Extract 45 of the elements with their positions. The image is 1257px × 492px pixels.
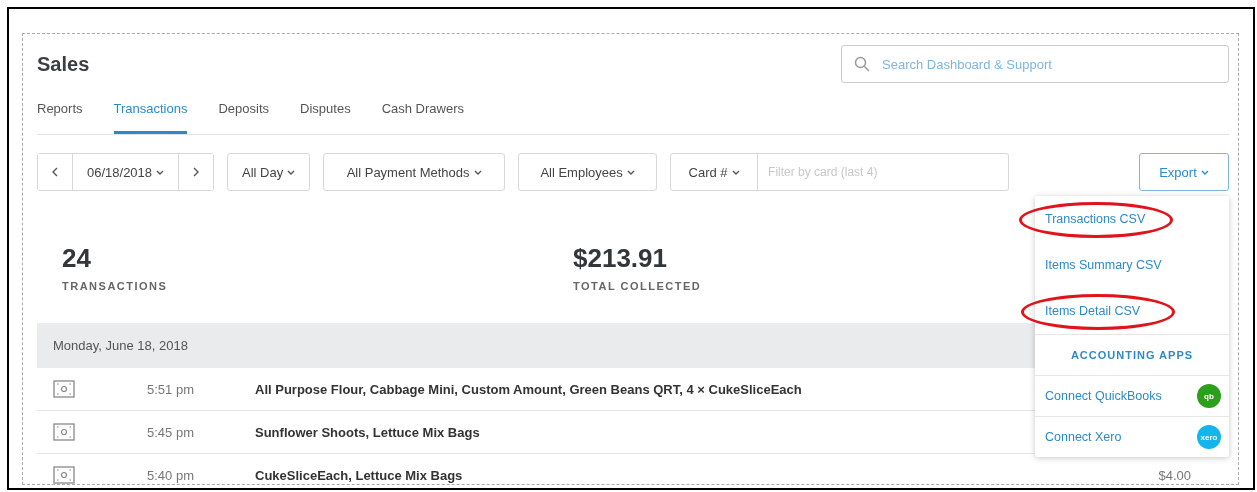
transaction-time: 5:51 pm [147, 381, 195, 397]
caret-icon [731, 169, 740, 175]
caret-icon [1200, 169, 1209, 175]
date-dropdown[interactable]: 06/18/2018 [72, 154, 180, 190]
tab[interactable]: Transactions [113, 101, 188, 134]
caret-icon [473, 169, 482, 175]
section-heading: ACCOUNTING APPS [1035, 334, 1229, 376]
cash-icon [53, 423, 75, 441]
tab[interactable]: Reports [37, 101, 83, 134]
tab[interactable]: Deposits [218, 101, 270, 134]
stat-label: TRANSACTIONS [62, 280, 168, 292]
stat-label: TOTAL COLLECTED [573, 280, 702, 292]
caret-icon [287, 169, 296, 175]
search-icon [854, 56, 870, 72]
app-logo-icon: qb [1197, 384, 1221, 408]
search-field[interactable]: Search Dashboard & Support [841, 45, 1229, 83]
stat-value: $213.91 [573, 243, 667, 274]
employees-dropdown[interactable]: All Employees [518, 153, 658, 191]
caret-icon [156, 169, 165, 175]
chevron-right-icon [193, 167, 200, 177]
chevron-left-icon [52, 167, 58, 177]
caret-icon [626, 169, 635, 175]
menu-item[interactable]: Connect Xero [1045, 430, 1122, 444]
stat-value: 24 [62, 243, 91, 274]
payment-methods-dropdown[interactable]: All Payment Methods [323, 153, 506, 191]
transaction-amount: $4.00 [1158, 467, 1191, 483]
transaction-time: 5:40 pm [147, 467, 195, 483]
export-button[interactable]: Export [1139, 153, 1229, 191]
time-range-dropdown[interactable]: All Day [227, 153, 311, 191]
menu-item[interactable]: Transactions CSV [1035, 212, 1146, 226]
transaction-description: All Purpose Flour, Cabbage Mini, Custom Amount, Green Beans QRT, 4 × CukeSliceEach [255, 381, 802, 397]
cash-icon [53, 380, 75, 398]
menu-item[interactable]: Connect QuickBooks [1045, 389, 1162, 403]
date-label: Monday, June 18, 2018 [53, 338, 188, 353]
transaction-description: CukeSliceEach, Lettuce Mix Bags [255, 467, 463, 483]
menu-item[interactable]: Items Summary CSV [1035, 258, 1162, 272]
cash-icon [53, 466, 75, 484]
tab[interactable]: Disputes [300, 101, 351, 134]
menu-item[interactable]: Items Detail CSV [1035, 304, 1141, 318]
transaction-description: Sunflower Shoots, Lettuce Mix Bags [255, 424, 480, 440]
card-type-dropdown[interactable]: Card # [670, 153, 759, 191]
app-logo-icon: xero [1197, 425, 1221, 449]
tab[interactable]: Cash Drawers [381, 101, 464, 134]
page-title: Sales [37, 52, 90, 76]
transaction-time: 5:45 pm [147, 424, 195, 440]
